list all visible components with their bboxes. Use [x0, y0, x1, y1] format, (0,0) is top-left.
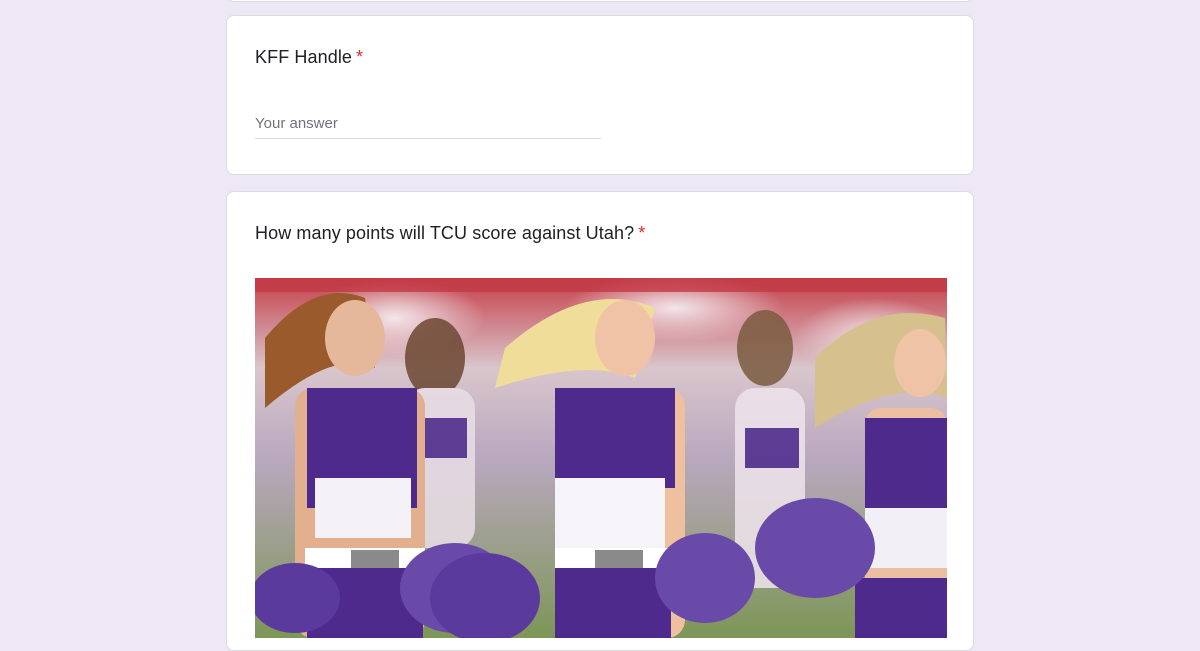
previous-question-card [226, 0, 974, 2]
question-title-text: KFF Handle [255, 47, 353, 67]
required-asterisk: * [638, 223, 646, 243]
question-title: KFF Handle * [255, 47, 363, 68]
question-title: How many points will TCU score against U… [255, 223, 645, 244]
question-card-kff-handle: KFF Handle * [226, 15, 974, 175]
cheerleaders-photo-graphic [255, 278, 947, 638]
question-card-tcu-points: How many points will TCU score against U… [226, 191, 974, 651]
question-title-text: How many points will TCU score against U… [255, 223, 635, 243]
required-asterisk: * [356, 47, 364, 67]
kff-handle-answer-input[interactable] [255, 113, 601, 139]
cheerleaders-photo [255, 278, 947, 638]
